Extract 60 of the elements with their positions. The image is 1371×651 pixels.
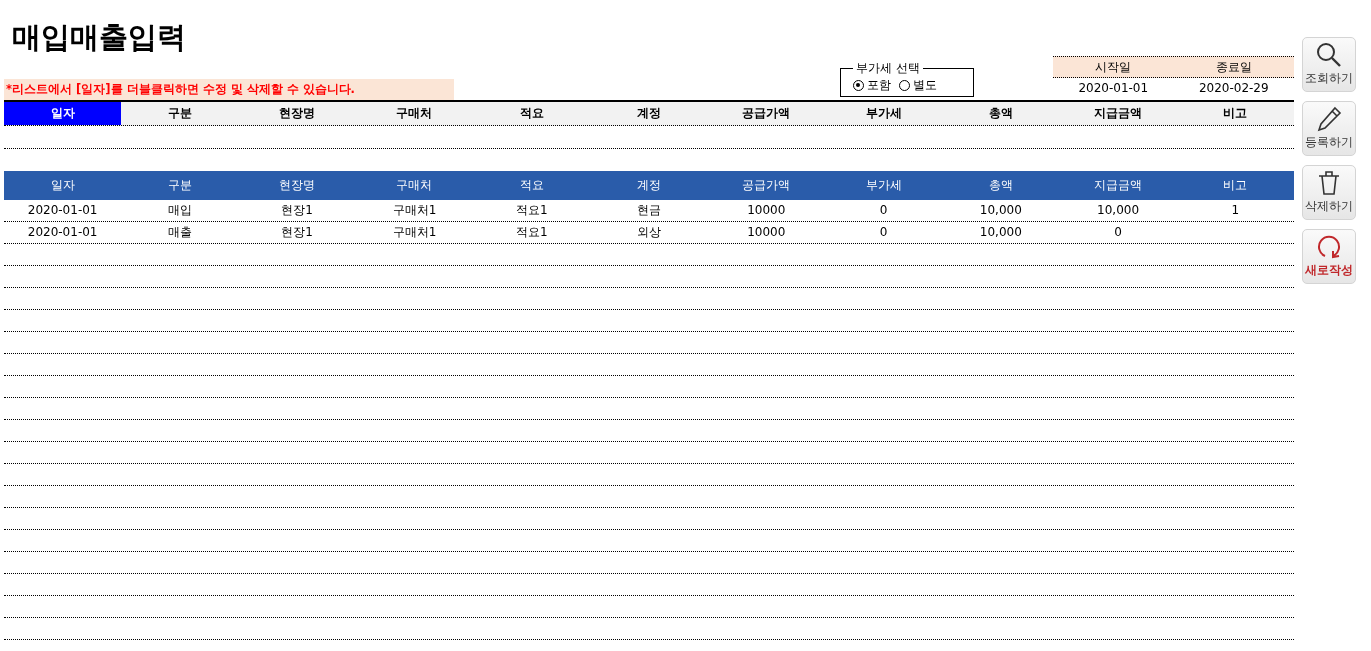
column-header: 현장명	[278, 177, 317, 194]
delete-button[interactable]: 삭제하기	[1302, 165, 1356, 220]
table-cell-text: 10000	[746, 224, 787, 241]
search-button[interactable]: 조회하기	[1302, 37, 1356, 92]
filter-header-cell[interactable]: 총액	[942, 102, 1060, 125]
column-header: 적요	[518, 177, 545, 194]
filter-header-cell[interactable]: 구분	[121, 102, 239, 125]
pencil-icon	[1316, 106, 1342, 132]
edit-button[interactable]: 등록하기	[1302, 101, 1356, 156]
column-header: 공급가액	[741, 177, 792, 194]
filter-header-cell[interactable]: 부가세	[824, 102, 943, 125]
filter-header-cell[interactable]: 비고	[1176, 102, 1294, 125]
refresh-icon	[1316, 234, 1342, 260]
table-cell-text: 2020-01-01	[26, 202, 99, 219]
date-value[interactable]: 2020-02-29	[1173, 78, 1294, 98]
table-cell-text: 10000	[746, 202, 787, 219]
table-cell-text: 현금	[636, 202, 662, 219]
table-cell-text: 0	[878, 224, 889, 241]
filter-header-cell[interactable]: 공급가액	[707, 102, 825, 125]
table-cell-text: 구매처1	[391, 202, 438, 219]
column-header: 총액	[987, 177, 1014, 194]
column-header: 지급금액	[1093, 177, 1144, 194]
table-cell-text: 현장1	[280, 224, 314, 241]
date-value[interactable]: 2020-01-01	[1053, 78, 1174, 98]
table-cell-text: 매입	[166, 202, 193, 219]
table-cell-text: 구매처1	[391, 224, 438, 241]
trash-icon	[1317, 170, 1341, 196]
search-icon	[1316, 42, 1342, 68]
hint-text: *리스트에서 [일자]를 더블클릭하면 수정 및 삭제할 수 있습니다.	[4, 79, 454, 100]
filter-header-cell[interactable]: 일자	[4, 102, 122, 125]
table-cell-text: 외상	[636, 224, 662, 241]
vat-radio[interactable]: 포함	[853, 77, 891, 93]
filter-header-cell[interactable]: 현장명	[238, 102, 356, 125]
column-header: 비고	[1222, 177, 1249, 194]
table-cell-text: 1	[1230, 202, 1241, 219]
table-cell-text: 10,000	[978, 202, 1023, 219]
column-header: 구매처	[395, 177, 434, 194]
table-cell-text: 10,000	[978, 224, 1023, 241]
table-cell-text: 10,000	[1096, 202, 1141, 219]
vat-legend: 부가세 선택	[853, 60, 923, 77]
table-cell-text: 적요1	[514, 224, 549, 241]
vat-radio[interactable]: 별도	[899, 77, 937, 93]
column-header: 부가세	[864, 177, 903, 194]
table-cell-text: 현장1	[280, 202, 314, 219]
date-header: 시작일	[1094, 59, 1133, 76]
filter-header-cell[interactable]: 구매처	[355, 102, 474, 125]
table-cell-text: 2020-01-01	[26, 224, 99, 241]
column-header: 계정	[636, 177, 662, 194]
column-header: 구분	[166, 177, 193, 194]
filter-header-cell[interactable]: 적요	[473, 102, 591, 125]
table-cell-text: 0	[878, 202, 889, 219]
date-header: 종료일	[1214, 59, 1253, 76]
new-button[interactable]: 새로작성	[1302, 229, 1356, 284]
column-header: 일자	[49, 177, 76, 194]
filter-header-cell[interactable]: 계정	[590, 102, 708, 125]
page-title: 매입매출입력	[11, 19, 187, 56]
table-cell-text: 매출	[166, 224, 193, 241]
filter-header-cell[interactable]: 지급금액	[1059, 102, 1177, 125]
table-cell-text: 0	[1113, 224, 1123, 241]
table-cell-text: 적요1	[514, 202, 549, 219]
